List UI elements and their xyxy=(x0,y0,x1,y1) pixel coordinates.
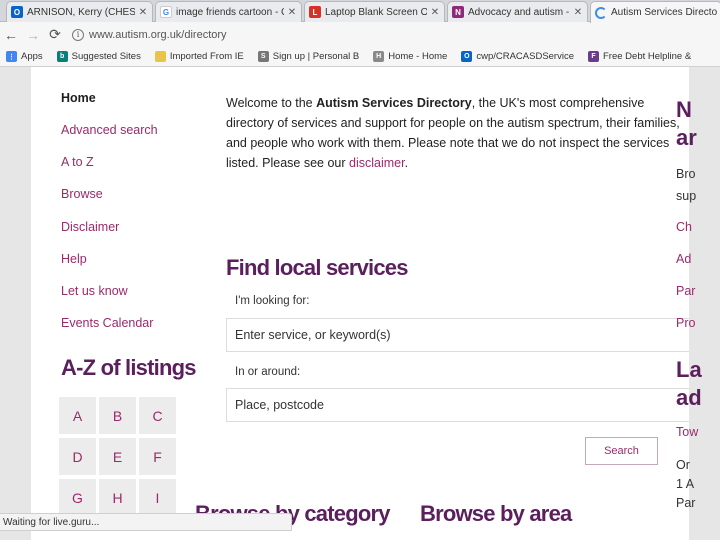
page-margin-left xyxy=(0,67,31,540)
laptop-site-icon: L xyxy=(309,6,321,18)
bookmark-imported-from-ie[interactable]: Imported From IE xyxy=(154,51,244,62)
right-heading2-line1: La xyxy=(676,357,702,382)
az-letter-c[interactable]: C xyxy=(139,397,176,434)
right-link[interactable]: Tow xyxy=(676,425,698,439)
info-icon[interactable]: i xyxy=(72,28,84,41)
right-text-line2: sup xyxy=(676,189,697,203)
search-button[interactable]: Search xyxy=(585,437,658,465)
looking-for-label: I'm looking for: xyxy=(235,295,310,307)
folder-icon xyxy=(154,51,166,62)
bookmark-free-debt-helpline[interactable]: F Free Debt Helpline & xyxy=(588,51,691,62)
welcome-end: . xyxy=(404,156,409,170)
tab-laptop-blank-screen[interactable]: L Laptop Blank Screen On ✕ xyxy=(304,1,445,22)
browser-tab-strip: O ARNISON, Kerry (CHESHI ✕ G image frien… xyxy=(0,0,720,23)
az-letter-a[interactable]: A xyxy=(59,397,96,434)
nav-browse[interactable]: Browse xyxy=(61,187,103,201)
close-icon[interactable]: ✕ xyxy=(287,7,297,18)
az-letter-d[interactable]: D xyxy=(59,438,96,475)
find-local-services-heading: Find local services xyxy=(226,255,408,280)
bookmark-label: Suggested Sites xyxy=(71,51,141,62)
tab-autism-services-directory[interactable]: Autism Services Director xyxy=(590,1,720,23)
az-listings-heading: A-Z of listings xyxy=(61,355,196,380)
tab-title: Laptop Blank Screen On xyxy=(325,6,427,18)
nav-disclaimer[interactable]: Disclaimer xyxy=(61,220,119,234)
disclaimer-link[interactable]: disclaimer xyxy=(349,156,405,170)
bookmark-label: Home - Home xyxy=(388,51,448,62)
az-letter-g[interactable]: G xyxy=(59,479,96,516)
site-content: Home Advanced search A to Z Browse Discl… xyxy=(31,67,689,540)
apps-icon: ⋮ xyxy=(6,51,17,62)
welcome-intro: Welcome to the xyxy=(226,96,317,110)
loading-spinner-icon xyxy=(595,6,607,19)
address-bar[interactable]: i www.autism.org.uk/directory xyxy=(72,25,720,45)
right-text: Par xyxy=(676,496,696,510)
bookmark-home[interactable]: H Home - Home xyxy=(373,51,447,62)
back-button[interactable]: ← xyxy=(0,24,22,46)
close-icon[interactable]: ✕ xyxy=(138,7,148,18)
page-icon: S xyxy=(257,51,269,62)
page-viewport: Home Advanced search A to Z Browse Discl… xyxy=(0,67,720,540)
right-sidebar-cut-off: N ar Bro sup Ch Ad Par Pro La ad Tow Or … xyxy=(672,67,720,540)
right-heading-line2: ar xyxy=(676,125,697,150)
nav-home[interactable]: Home xyxy=(61,91,96,105)
forward-button[interactable]: → xyxy=(22,24,44,46)
tab-title: ARNISON, Kerry (CHESHI xyxy=(27,6,135,18)
right-link[interactable]: Ch xyxy=(676,220,692,234)
az-letter-h[interactable]: H xyxy=(99,479,136,516)
bookmark-label: Free Debt Helpline & xyxy=(603,51,692,62)
tab-title: image friends cartoon - G xyxy=(176,6,284,18)
google-icon: G xyxy=(160,6,172,18)
welcome-text: Welcome to the Autism Services Directory… xyxy=(226,93,688,173)
nav-advanced-search[interactable]: Advanced search xyxy=(61,123,158,137)
az-letter-f[interactable]: F xyxy=(139,438,176,475)
browser-toolbar: ← → ⟳ i www.autism.org.uk/directory xyxy=(0,22,720,47)
outlook-icon: O xyxy=(461,51,473,62)
bookmark-cwp-service[interactable]: O cwp/CRACASDService xyxy=(461,51,574,62)
bookmark-label: Imported From IE xyxy=(169,51,244,62)
service-keyword-input[interactable] xyxy=(226,318,689,352)
browse-by-area-heading: Browse by area xyxy=(420,501,572,526)
right-text: Or xyxy=(676,458,690,472)
tab-advocacy-autism[interactable]: N Advocacy and autism - N ✕ xyxy=(447,1,588,22)
page-icon: H xyxy=(373,51,385,62)
debt-helpline-icon: F xyxy=(588,51,599,62)
reload-button[interactable]: ⟳ xyxy=(44,24,66,46)
az-letter-b[interactable]: B xyxy=(99,397,136,434)
nav-events-calendar[interactable]: Events Calendar xyxy=(61,316,153,330)
nav-a-to-z[interactable]: A to Z xyxy=(61,155,94,169)
right-text: 1 A xyxy=(676,477,695,491)
right-link[interactable]: Pro xyxy=(676,316,695,330)
close-icon[interactable]: ✕ xyxy=(430,7,440,18)
url-text: www.autism.org.uk/directory xyxy=(89,28,227,41)
bing-icon: b xyxy=(56,51,68,62)
status-bar: Waiting for live.guru... xyxy=(0,513,292,531)
bookmark-sign-up[interactable]: S Sign up | Personal B xyxy=(257,51,360,62)
bookmark-apps[interactable]: ⋮ Apps xyxy=(6,51,43,62)
bookmarks-bar: ⋮ Apps b Suggested Sites Imported From I… xyxy=(0,47,720,67)
tab-google-images[interactable]: G image friends cartoon - G ✕ xyxy=(155,1,302,22)
nas-icon: N xyxy=(452,6,464,18)
nav-let-us-know[interactable]: Let us know xyxy=(61,284,128,298)
right-heading2-line2: ad xyxy=(676,385,702,410)
tab-outlook[interactable]: O ARNISON, Kerry (CHESHI ✕ xyxy=(6,1,153,22)
bookmark-suggested-sites[interactable]: b Suggested Sites xyxy=(56,51,141,62)
tab-title: Autism Services Director xyxy=(611,7,717,18)
outlook-icon: O xyxy=(11,6,23,18)
right-text-line1: Bro xyxy=(676,167,696,181)
place-postcode-input[interactable] xyxy=(226,388,689,422)
right-link[interactable]: Par xyxy=(676,284,695,298)
bookmark-label: Apps xyxy=(21,51,43,62)
right-link[interactable]: Ad xyxy=(676,252,691,266)
in-or-around-label: In or around: xyxy=(235,366,301,378)
az-letter-e[interactable]: E xyxy=(99,438,136,475)
close-icon[interactable]: ✕ xyxy=(573,7,583,18)
az-letter-i[interactable]: I xyxy=(139,479,176,516)
right-heading-line1: N xyxy=(676,97,692,122)
bookmark-label: Sign up | Personal B xyxy=(272,51,360,62)
tab-title: Advocacy and autism - N xyxy=(468,6,570,18)
nav-help[interactable]: Help xyxy=(61,252,87,266)
directory-name: Autism Services Directory xyxy=(316,96,472,110)
bookmark-label: cwp/CRACASDService xyxy=(476,51,574,62)
